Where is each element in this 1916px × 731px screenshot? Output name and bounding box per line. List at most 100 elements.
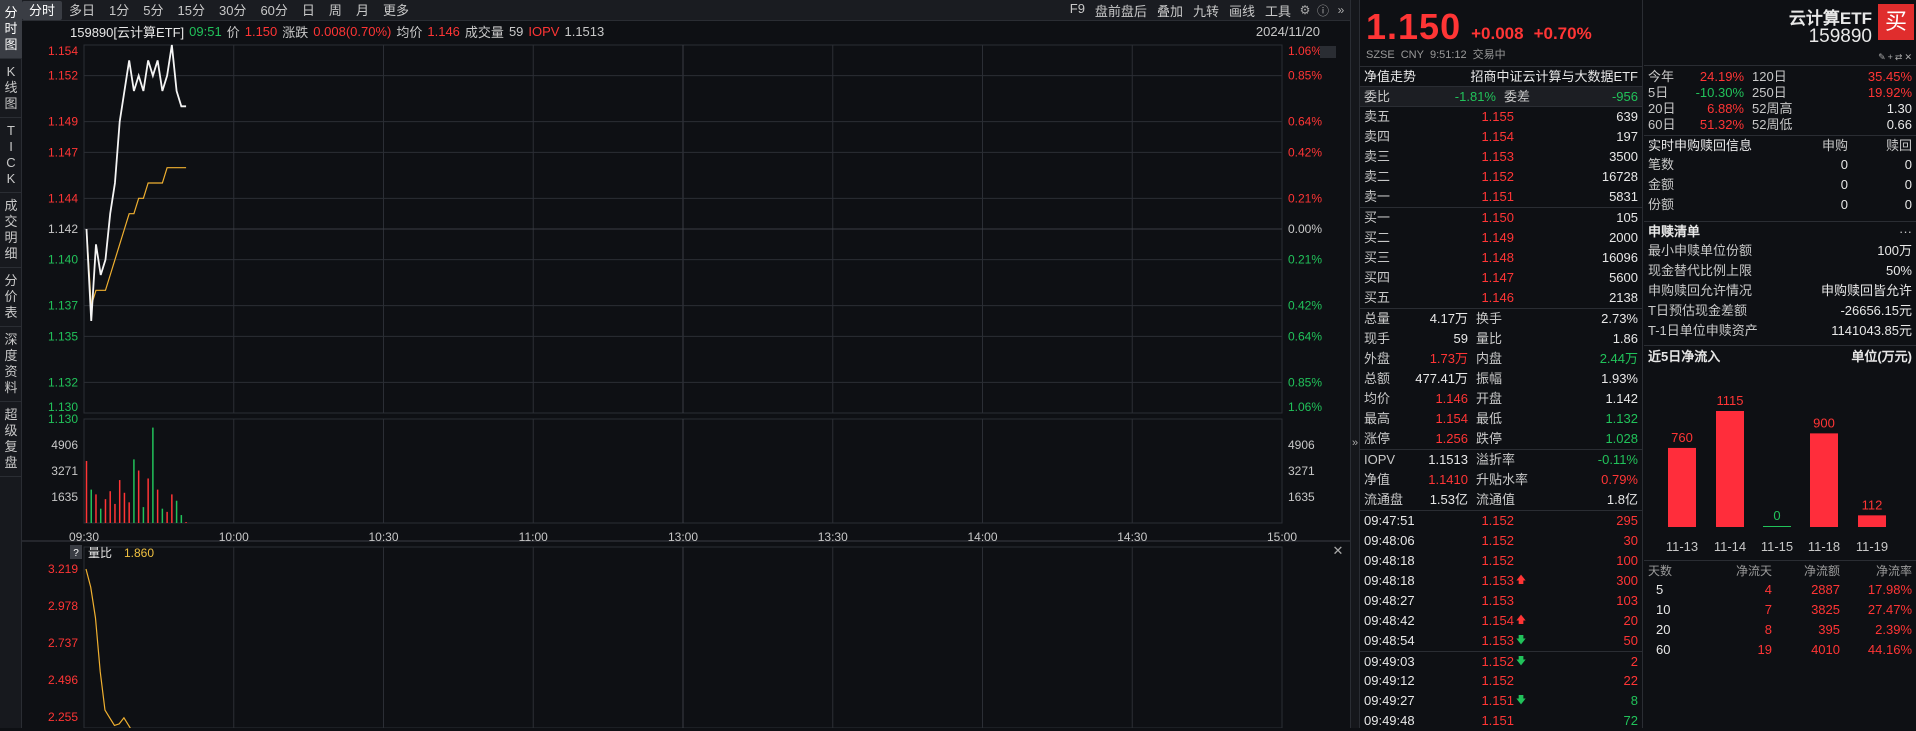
stat-label: 升贴水率 [1476, 472, 1529, 487]
book-row[interactable]: 买三 1.148 16096 [1360, 248, 1642, 268]
tick-row[interactable]: 09:48:06 1.152 30 [1360, 531, 1642, 551]
toolbar-item-4[interactable]: 画线 [1224, 1, 1260, 20]
tick-row[interactable]: 09:48:54 1.153 🡇 50 [1360, 631, 1642, 651]
tick-row[interactable]: 09:49:12 1.152 22 [1360, 671, 1642, 691]
settings-icon[interactable]: ⚙ [1296, 1, 1314, 19]
period-tab-8[interactable]: 周 [322, 1, 349, 20]
book-row[interactable]: 卖一 1.151 5831 [1360, 187, 1642, 207]
sg-label: 份额 [1648, 197, 1675, 212]
price-tick-label: 1.142 [48, 222, 78, 236]
help-icon[interactable]: ⓘ [1314, 1, 1332, 19]
left-tab-char: 线 [4, 80, 18, 95]
toolbar-item-5[interactable]: 工具 [1260, 1, 1296, 20]
period-tab-7[interactable]: 日 [295, 1, 322, 20]
more-icon[interactable]: ··· [1899, 222, 1912, 241]
tick-price: 1.151 [1481, 713, 1514, 728]
toolbar-item-1[interactable]: 盘前盘后 [1090, 1, 1152, 20]
bid-book: 买一 1.150 105 买二 1.149 2000 买三 1.148 16096 买四 1.147… [1360, 207, 1642, 308]
period-tab-4[interactable]: 15分 [171, 1, 212, 20]
book-row[interactable]: 卖四 1.154 197 [1360, 127, 1642, 147]
stat-row: 涨停 1.256 跌停 1.028 [1360, 429, 1642, 449]
tick-row[interactable]: 09:48:18 1.153 🡅 300 [1360, 571, 1642, 591]
webi-label: 委比 [1364, 89, 1391, 104]
left-tab-4[interactable]: 分价表 [0, 268, 22, 327]
book-row[interactable]: 买二 1.149 2000 [1360, 228, 1642, 248]
netflow-bar-label: 760 [1671, 430, 1693, 445]
expand-icon[interactable]: » [1352, 437, 1358, 449]
sg-value: 0 [1904, 197, 1912, 212]
tick-volume: 295 [1616, 513, 1638, 528]
switch-icon[interactable]: ⇄ [1895, 52, 1903, 63]
book-row[interactable]: 买一 1.150 105 [1360, 208, 1642, 228]
tick-arrow-blank [1514, 671, 1528, 691]
ratio-tick-label: 2.255 [48, 710, 78, 724]
left-tab-5[interactable]: 深度资料 [0, 327, 22, 402]
period-tab-0[interactable]: 分时 [22, 0, 63, 20]
performance-table: 今年 24.19% 120日 35.45% 5日 -10.30% 250日 19.92% 20日… [1644, 66, 1916, 133]
intraday-chart[interactable]: 1.154 1.06% 1.152 0.85% 1.149 0.64% 1.147 0.42%… [22, 41, 1350, 728]
tick-time: 09:49:27 [1364, 693, 1415, 708]
netflow-bar [1716, 411, 1744, 527]
tick-row[interactable]: 09:48:27 1.153 103 [1360, 591, 1642, 611]
chart-settings-button[interactable] [1320, 46, 1336, 58]
period-tab-2[interactable]: 1分 [102, 1, 136, 20]
panel-splitter[interactable]: » [1350, 0, 1360, 728]
book-row[interactable]: 买四 1.147 5600 [1360, 268, 1642, 288]
tick-row[interactable]: 09:47:51 1.152 295 [1360, 511, 1642, 531]
toolbar-item-0[interactable]: F9 [1065, 1, 1090, 20]
level-label: 买四 [1364, 270, 1391, 285]
tick-list[interactable]: 09:47:51 1.152 295 09:48:06 1.152 30 09:48:18 1… [1360, 510, 1642, 731]
tick-row[interactable]: 09:48:18 1.152 100 [1360, 551, 1642, 571]
period-tab-5[interactable]: 30分 [212, 1, 253, 20]
edit-icon[interactable]: ✎ [1878, 52, 1886, 63]
stat-value: 1.154 [1435, 411, 1468, 426]
tick-row[interactable]: 09:48:42 1.154 🡅 20 [1360, 611, 1642, 631]
left-tab-0[interactable]: 分时图 [0, 0, 22, 59]
period-tab-9[interactable]: 月 [349, 1, 376, 20]
toolbar-item-2[interactable]: 叠加 [1152, 1, 1188, 20]
perf-row: 60日 51.32% 52周低 0.66 [1644, 117, 1916, 133]
vol-tick-label-right: 3271 [1288, 464, 1315, 478]
period-tab-10[interactable]: 更多 [376, 1, 416, 20]
close-icon[interactable]: ✕ [1904, 52, 1912, 63]
left-tab-2[interactable]: TICK [0, 118, 22, 193]
period-tab-3[interactable]: 5分 [136, 1, 170, 20]
last-price: 1.150 [1366, 6, 1462, 47]
ratio-tick-label: 2.978 [48, 599, 78, 613]
sg-value: 0 [1904, 177, 1912, 192]
book-row[interactable]: 卖三 1.153 3500 [1360, 147, 1642, 167]
left-tab-1[interactable]: K线图 [0, 59, 22, 118]
period-tab-6[interactable]: 60分 [253, 1, 294, 20]
left-tab-3[interactable]: 成交明细 [0, 193, 22, 268]
left-tab-6[interactable]: 超级复盘 [0, 402, 22, 477]
left-tab-char: 成 [4, 198, 18, 213]
close-icon[interactable]: ✕ [1333, 543, 1344, 558]
book-row[interactable]: 买五 1.146 2138 [1360, 288, 1642, 308]
tick-row[interactable]: 09:49:03 1.152 🡇 2 [1360, 651, 1642, 671]
book-row[interactable]: 卖二 1.152 16728 [1360, 167, 1642, 187]
book-row[interactable]: 卖五 1.155 639 [1360, 107, 1642, 127]
security-code-name: 159890[云计算ETF] [70, 24, 185, 40]
info-time: 09:51 [189, 23, 222, 39]
stat-label: 涨停 [1364, 431, 1391, 446]
collapse-icon[interactable]: » [1332, 1, 1350, 19]
perf-label: 250日 [1752, 85, 1787, 100]
buy-button[interactable]: 买 [1878, 4, 1914, 40]
sg-value: 0 [1840, 197, 1848, 212]
left-tab-char: 料 [4, 380, 18, 395]
price-tick-label: 1.154 [48, 44, 78, 58]
left-tab-char: 价 [4, 289, 18, 304]
toolbar-item-3[interactable]: 九转 [1188, 1, 1224, 20]
pct-tick-label: 1.06% [1288, 44, 1322, 58]
weicha-label: 委差 [1504, 89, 1531, 104]
period-tab-1[interactable]: 多日 [62, 1, 102, 20]
tick-row[interactable]: 09:49:27 1.151 🡇 8 [1360, 691, 1642, 711]
vol-top-price-label: 1.130 [48, 412, 78, 426]
left-tab-char: K [6, 64, 16, 79]
add-icon[interactable]: + [1888, 52, 1893, 63]
left-tab-char: 度 [4, 348, 18, 363]
tick-row[interactable]: 09:49:48 1.151 72 [1360, 711, 1642, 731]
nav-trend-link[interactable]: 净值走势 [1364, 67, 1416, 86]
sg-label: 金额 [1648, 177, 1675, 192]
quote-panel: 1.150 +0.008 +0.70% SZSE CNY 9:51:12 交易中… [1360, 0, 1643, 728]
